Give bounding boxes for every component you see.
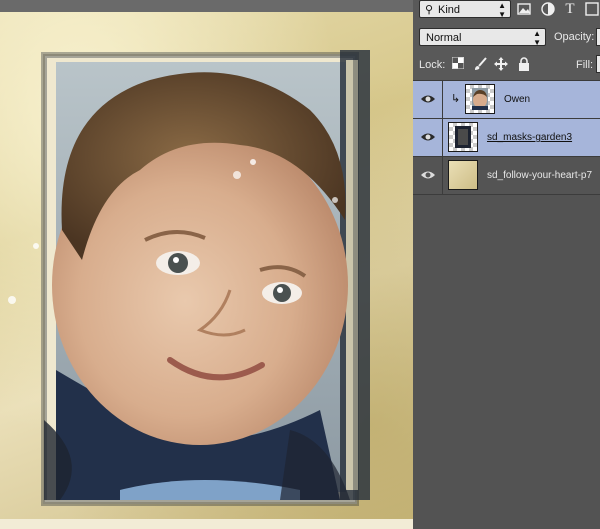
lock-move-icon[interactable]	[494, 57, 508, 71]
visibility-eye-icon[interactable]	[420, 130, 436, 144]
search-icon: ⚲	[425, 4, 434, 16]
document-canvas[interactable]	[0, 0, 413, 529]
visibility-eye-icon[interactable]	[420, 168, 436, 182]
blend-mode-select[interactable]: Normal ▲ ▼	[419, 28, 546, 47]
blend-mode-label: Normal	[426, 32, 462, 44]
fill-label: Fill:	[576, 59, 594, 71]
lock-all-icon[interactable]	[517, 57, 531, 71]
divider	[442, 119, 443, 156]
layers-panel-toolbar: ⚲ Kind ▲ ▼ T Normal ▲ ▼ Opacity: Lock: F…	[413, 0, 600, 81]
layer-sd-masks-garden3[interactable]: sd_masks-garden3	[413, 119, 600, 157]
layer-name[interactable]: sd_follow-your-heart-p7	[487, 170, 592, 181]
layers-list: ↳ Owen sd_masks-garden3 sd_follow-your-h…	[413, 81, 600, 195]
divider	[442, 157, 443, 194]
fill-field[interactable]	[596, 55, 600, 73]
visibility-eye-icon[interactable]	[420, 92, 436, 106]
lock-label: Lock:	[419, 59, 446, 71]
divider	[442, 81, 443, 118]
image-filter-icon[interactable]	[517, 2, 531, 16]
framed-photo	[8, 50, 370, 506]
chevron-updown-icon: ▲ ▼	[533, 29, 541, 47]
clipping-mask-arrow-icon: ↳	[451, 93, 461, 105]
lock-transparent-icon[interactable]	[451, 57, 465, 71]
type-filter-icon[interactable]: T	[563, 2, 577, 17]
adjustment-filter-icon[interactable]	[541, 2, 555, 16]
layer-owen[interactable]: ↳ Owen	[413, 81, 600, 119]
paper-thumbnail[interactable]	[448, 160, 478, 190]
shape-filter-icon[interactable]	[585, 2, 599, 16]
layers-panel: ⚲ Kind ▲ ▼ T Normal ▲ ▼ Opacity: Lock: F…	[413, 0, 600, 529]
layer-name[interactable]: sd_masks-garden3	[487, 132, 572, 143]
lock-brush-icon[interactable]	[473, 57, 487, 71]
layer-sd-follow-your-heart-p7[interactable]: sd_follow-your-heart-p7	[413, 157, 600, 195]
chevron-updown-icon: ▲ ▼	[498, 1, 506, 19]
mask-thumbnail[interactable]	[448, 122, 478, 152]
photo-thumbnail[interactable]	[465, 84, 495, 114]
layer-name[interactable]: Owen	[504, 94, 530, 105]
opacity-field[interactable]	[596, 28, 600, 46]
kind-filter-label: Kind	[438, 4, 461, 16]
opacity-label: Opacity:	[554, 31, 595, 43]
kind-filter-select[interactable]: ⚲ Kind ▲ ▼	[419, 0, 511, 19]
